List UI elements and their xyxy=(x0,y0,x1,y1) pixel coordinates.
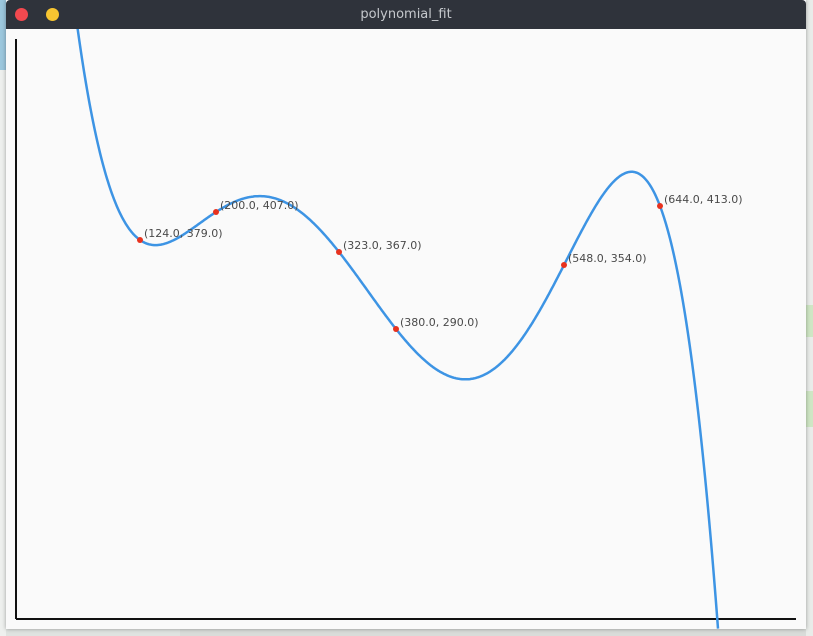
data-point[interactable] xyxy=(137,237,143,243)
plot-canvas[interactable]: (124.0, 379.0) (200.0, 407.0) (323.0, 367.… xyxy=(6,29,806,629)
data-point-label: (323.0, 367.0) xyxy=(343,239,422,252)
background-panel-tab xyxy=(806,305,813,337)
data-point[interactable] xyxy=(393,326,399,332)
data-point[interactable] xyxy=(336,249,342,255)
data-point-label: (200.0, 407.0) xyxy=(220,199,299,212)
data-point[interactable] xyxy=(213,209,219,215)
data-point[interactable] xyxy=(561,262,567,268)
data-point-label: (644.0, 413.0) xyxy=(664,193,743,206)
data-point[interactable] xyxy=(657,203,663,209)
data-point-label: (548.0, 354.0) xyxy=(568,252,647,265)
data-point-label: (124.0, 379.0) xyxy=(144,227,223,240)
window-title: polynomial_fit xyxy=(360,7,452,22)
window-titlebar[interactable]: polynomial_fit xyxy=(6,0,806,29)
data-point-label: (380.0, 290.0) xyxy=(400,316,479,329)
background-panel-tab xyxy=(806,391,813,427)
polynomial-fit-window: polynomial_fit (124.0, 379.0) (200.0, 407… xyxy=(6,0,806,629)
